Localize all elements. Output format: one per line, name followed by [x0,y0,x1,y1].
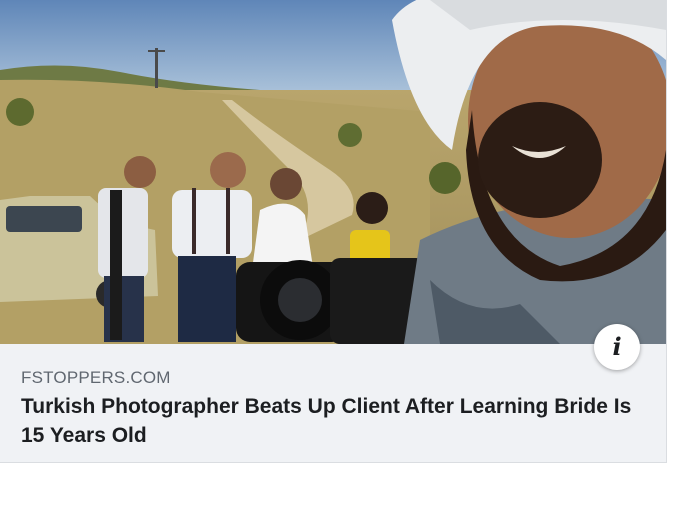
selfie-wedding-photo [0,0,666,344]
info-icon: i [612,332,622,361]
link-preview-card[interactable]: i FSTOPPERS.COM Turkish Photographer Bea… [0,0,667,463]
article-photo[interactable] [0,0,666,344]
article-headline[interactable]: Turkish Photographer Beats Up Client Aft… [21,392,641,450]
info-button[interactable]: i [594,324,640,370]
source-domain: FSTOPPERS.COM [21,368,171,387]
